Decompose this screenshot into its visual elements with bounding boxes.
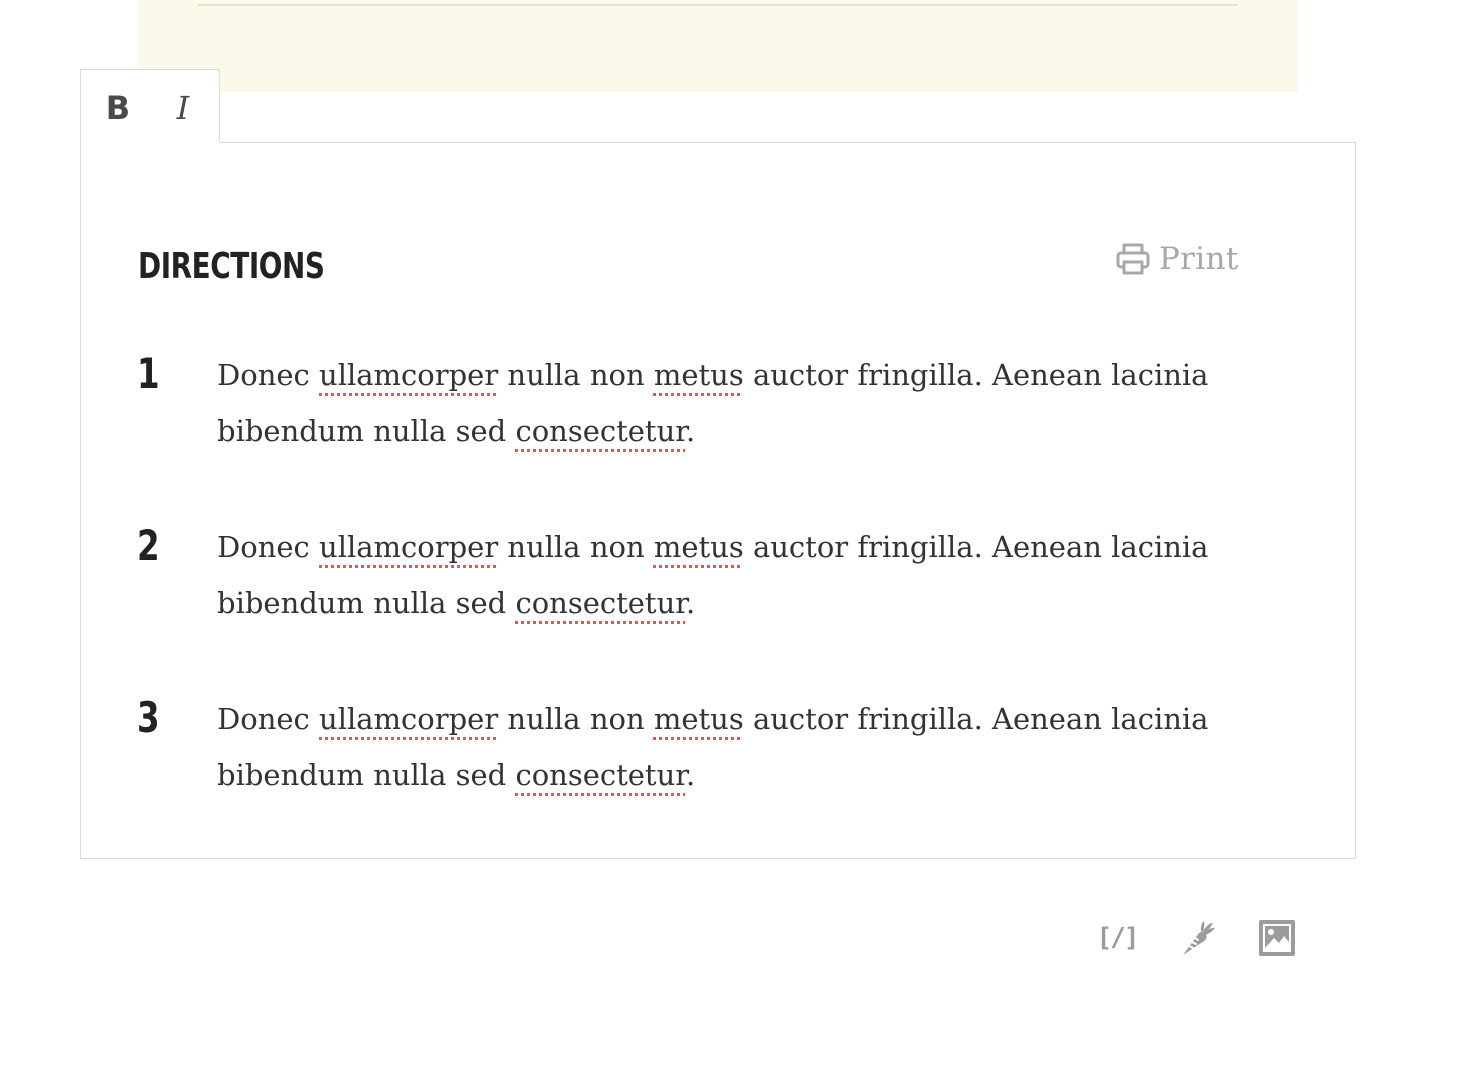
misspelled-word: metus [653, 530, 744, 564]
misspelled-word: ullamcorper [319, 358, 499, 392]
misspelled-word: metus [653, 358, 744, 392]
step-number: 1 [137, 349, 160, 398]
bold-button[interactable]: B [98, 88, 138, 128]
add-image-button[interactable] [1254, 915, 1300, 961]
step-text-part: Donec [217, 530, 320, 564]
format-toolbar: B I [80, 69, 220, 143]
misspelled-word: consectetur [515, 758, 686, 792]
step-text-part: nulla non [498, 358, 654, 392]
bottom-toolbar: [/] [1094, 915, 1304, 961]
step-number: 3 [137, 693, 160, 742]
recipe-button[interactable] [1174, 915, 1220, 961]
step-text-part: nulla non [498, 702, 654, 736]
misspelled-word: consectetur [515, 414, 686, 448]
directions-title: DIRECTIONS [138, 246, 325, 287]
step-text-part: Donec [217, 702, 320, 736]
misspelled-word: metus [653, 702, 744, 736]
carrot-icon [1183, 921, 1215, 955]
step-text[interactable]: Donec ullamcorper nulla non metus auctor… [217, 519, 1277, 631]
misspelled-word: ullamcorper [319, 530, 499, 564]
step-text-part: . [685, 414, 696, 448]
top-panel-divider [198, 4, 1238, 6]
top-panel [138, 0, 1298, 92]
step-text[interactable]: Donec ullamcorper nulla non metus auctor… [217, 691, 1277, 803]
editor-content-area[interactable]: DIRECTIONS Print 1 Donec ullamcorper nul… [80, 142, 1356, 859]
italic-button[interactable]: I [163, 88, 203, 128]
step-text-part: . [685, 758, 696, 792]
misspelled-word: ullamcorper [319, 702, 499, 736]
shortcode-button[interactable]: [/] [1094, 915, 1140, 961]
image-icon [1259, 920, 1295, 956]
step-text[interactable]: Donec ullamcorper nulla non metus auctor… [217, 347, 1277, 459]
print-button[interactable]: Print [1115, 239, 1239, 279]
step-text-part: nulla non [498, 530, 654, 564]
printer-icon [1116, 243, 1150, 275]
step-number: 2 [137, 521, 160, 570]
misspelled-word: consectetur [515, 586, 686, 620]
step-text-part: . [685, 586, 696, 620]
step-text-part: Donec [217, 358, 320, 392]
print-label: Print [1159, 241, 1239, 277]
